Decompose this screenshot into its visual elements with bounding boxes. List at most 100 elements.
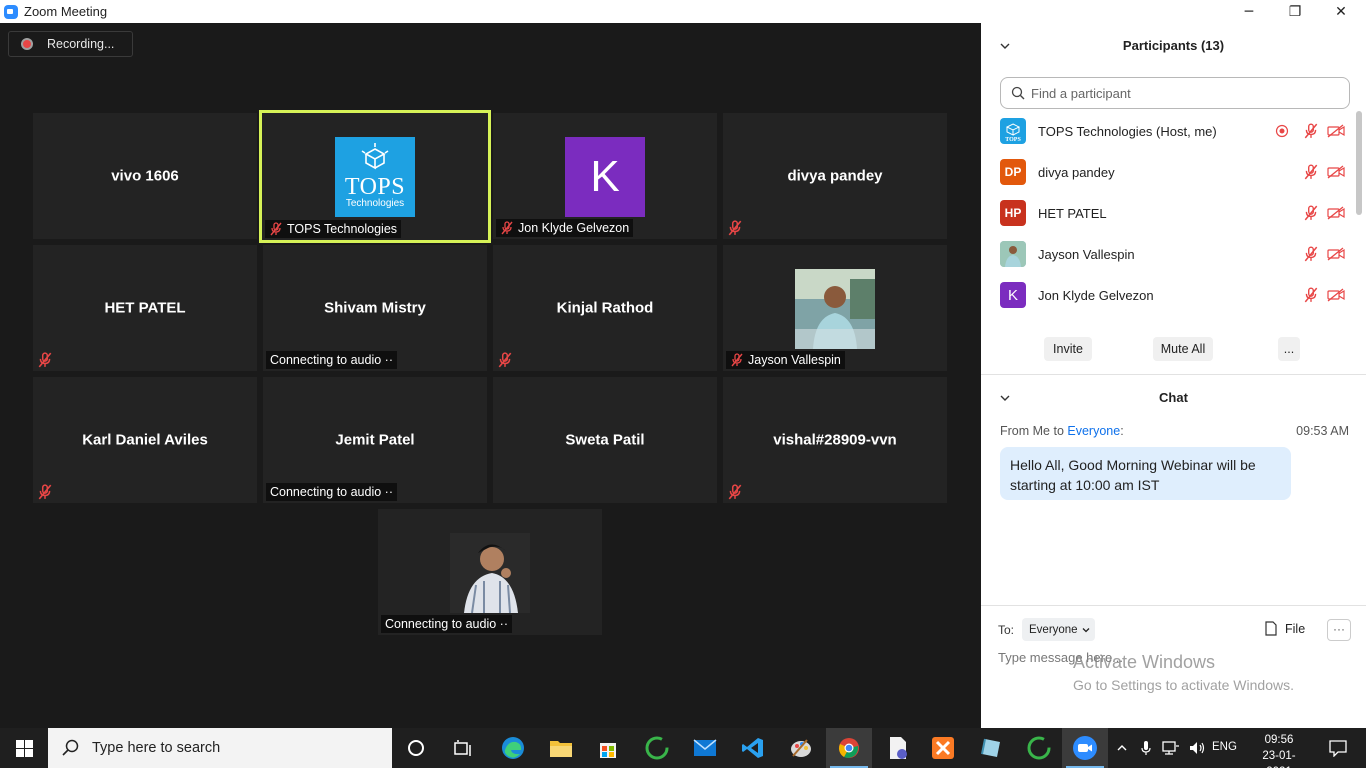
chat-message-meta: From Me to Everyone: 09:53 AM <box>1000 424 1349 438</box>
mic-muted-icon <box>38 352 52 368</box>
participant-name: HET PATEL <box>1038 205 1107 221</box>
notification-icon <box>1329 740 1347 757</box>
participant-row[interactable]: HP HET PATEL <box>1000 199 1345 227</box>
store-app[interactable] <box>585 728 631 768</box>
mail-app[interactable] <box>682 728 728 768</box>
xampp-app[interactable] <box>920 728 966 768</box>
invite-button[interactable]: Invite <box>1044 337 1092 361</box>
windows-taskbar: Type here to search ENG 09:56 23-01- <box>0 728 1366 768</box>
mic-muted-icon <box>498 352 512 368</box>
microphone-icon[interactable] <box>1140 740 1152 756</box>
avatar <box>1000 241 1026 267</box>
to-label: To: <box>998 623 1015 637</box>
video-tile[interactable]: Jemit Patel Connecting to audio ·· <box>263 377 487 503</box>
video-tile[interactable]: Jayson Vallespin <box>723 245 947 371</box>
green-circle-app-2[interactable] <box>1016 728 1062 768</box>
video-tile[interactable]: HET PATEL <box>33 245 257 371</box>
file-button[interactable]: File <box>1265 621 1305 636</box>
action-center-button[interactable] <box>1318 728 1358 768</box>
taskbar-clock[interactable]: 09:56 23-01-2021 <box>1252 732 1306 768</box>
chevron-down-icon <box>1082 627 1090 632</box>
participant-row[interactable]: TOPS TOPS Technologies (Host, me) <box>1000 117 1345 145</box>
file-label: File <box>1285 621 1306 636</box>
green-circle-app[interactable] <box>634 728 680 768</box>
mic-muted-icon[interactable] <box>1303 205 1319 221</box>
tops-logo-icon: TOPS <box>1005 123 1021 142</box>
mic-muted-icon[interactable] <box>1303 287 1319 303</box>
mic-muted-icon <box>270 222 282 236</box>
participant-status-icons <box>1275 123 1345 139</box>
video-tile[interactable]: Shivam Mistry Connecting to audio ·· <box>263 245 487 371</box>
file-explorer-app[interactable] <box>538 728 584 768</box>
recording-indicator[interactable]: Recording... <box>8 31 133 57</box>
chat-timestamp: 09:53 AM <box>1296 424 1349 438</box>
mute-all-button[interactable]: Mute All <box>1153 337 1213 361</box>
chat-colon: : <box>1120 424 1124 438</box>
search-icon <box>62 739 79 756</box>
participant-search-input[interactable]: Find a participant <box>1000 77 1350 109</box>
volume-icon[interactable] <box>1188 740 1206 756</box>
video-tile[interactable]: Kinjal Rathod <box>493 245 717 371</box>
mail-icon <box>693 739 717 756</box>
video-gallery: Recording... vivo 1606 TOPS Technologies… <box>0 23 981 728</box>
avatar: HP <box>1000 200 1026 226</box>
video-off-icon[interactable] <box>1327 206 1345 220</box>
mic-muted-icon[interactable] <box>1303 164 1319 180</box>
participant-photo <box>450 533 530 613</box>
mic-muted-icon <box>731 353 743 367</box>
tile-caption: Connecting to audio ·· <box>266 351 397 369</box>
notepad-app[interactable] <box>968 728 1014 768</box>
task-view-button[interactable] <box>440 728 486 768</box>
start-button[interactable] <box>0 728 48 768</box>
edge-app[interactable] <box>490 728 536 768</box>
taskbar-search-input[interactable]: Type here to search <box>48 728 392 768</box>
video-tile[interactable]: Karl Daniel Aviles <box>33 377 257 503</box>
chrome-app[interactable] <box>826 728 872 768</box>
chat-from: From Me to <box>1000 424 1068 438</box>
paint-app[interactable] <box>778 728 824 768</box>
minimize-button[interactable]: ─ <box>1226 0 1272 23</box>
document-app[interactable] <box>875 728 921 768</box>
chat-recipient-link[interactable]: Everyone <box>1067 424 1120 438</box>
participant-row[interactable]: K Jon Klyde Gelvezon <box>1000 281 1345 309</box>
search-placeholder: Find a participant <box>1031 85 1131 101</box>
chat-more-button[interactable]: ··· <box>1327 619 1351 641</box>
mic-muted-icon[interactable] <box>1303 246 1319 262</box>
chat-header: Chat <box>1159 390 1188 405</box>
video-tile[interactable]: divya pandey <box>723 113 947 239</box>
video-off-icon[interactable] <box>1327 247 1345 261</box>
video-tile-active-speaker[interactable]: TOPS Technologies TOPS Technologies <box>259 110 491 243</box>
restore-button[interactable]: ❐ <box>1272 0 1318 23</box>
cortana-button[interactable] <box>393 728 439 768</box>
mic-muted-icon[interactable] <box>1303 123 1319 139</box>
recipient-select[interactable]: Everyone <box>1022 618 1095 641</box>
video-tile[interactable]: vishal#28909-vvn <box>723 377 947 503</box>
video-off-icon[interactable] <box>1327 288 1345 302</box>
video-tile[interactable]: vivo 1606 <box>33 113 257 239</box>
close-button[interactable]: ✕ <box>1318 0 1364 23</box>
video-tile[interactable]: Connecting to audio ·· <box>378 509 602 635</box>
participant-name: Sweta Patil <box>565 431 645 449</box>
video-tile[interactable]: K Jon Klyde Gelvezon <box>493 113 717 239</box>
video-off-icon[interactable] <box>1327 165 1345 179</box>
zoom-app-icon <box>4 4 18 19</box>
vscode-app[interactable] <box>730 728 776 768</box>
windows-logo-icon <box>15 739 33 757</box>
paint-palette-icon <box>791 739 811 757</box>
participant-row[interactable]: Jayson Vallespin <box>1000 240 1345 268</box>
zoom-app[interactable] <box>1062 728 1108 768</box>
participants-scrollbar[interactable] <box>1356 111 1362 215</box>
search-icon <box>1011 86 1025 100</box>
video-off-icon[interactable] <box>1327 124 1345 138</box>
participant-row[interactable]: DP divya pandey <box>1000 158 1345 186</box>
chevron-up-icon[interactable] <box>1116 742 1128 754</box>
participant-name: Jayson Vallespin <box>1038 246 1135 262</box>
chrome-icon <box>839 738 859 758</box>
language-indicator[interactable]: ENG <box>1212 741 1237 753</box>
file-icon <box>1265 621 1277 636</box>
more-options-button[interactable]: ... <box>1278 337 1300 361</box>
connecting-audio-status: Connecting to audio ·· <box>270 485 393 499</box>
video-tile[interactable]: Sweta Patil <box>493 377 717 503</box>
refresh-circle-icon <box>645 736 669 760</box>
network-icon[interactable] <box>1162 740 1180 756</box>
